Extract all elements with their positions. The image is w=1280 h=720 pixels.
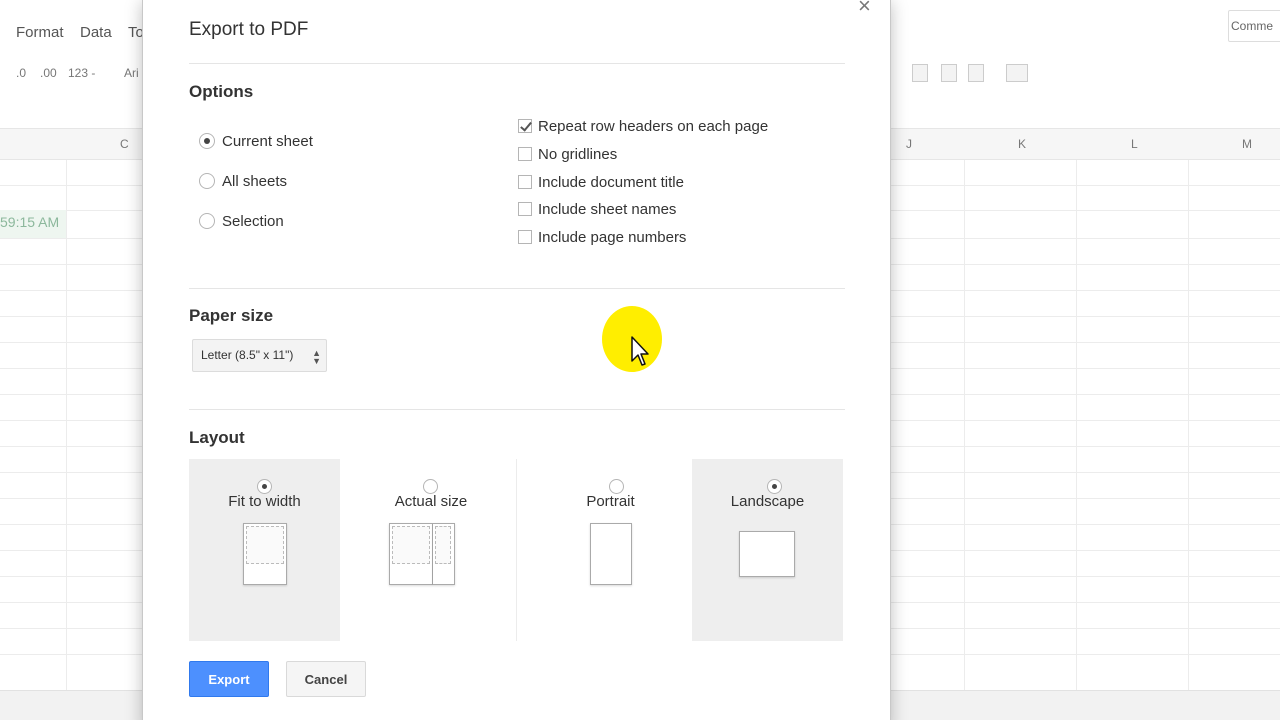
divider <box>189 288 845 289</box>
paper-size-section-title: Paper size <box>189 306 274 325</box>
mouse-pointer-icon <box>631 336 649 366</box>
paragraph-rtl-icon[interactable] <box>968 64 984 82</box>
column-header-l[interactable]: L <box>1131 137 1138 151</box>
checkbox-label: Include page numbers <box>538 228 687 246</box>
layout-label: Portrait <box>586 493 635 510</box>
fit-to-width-page-icon <box>243 523 287 585</box>
decrease-decimal-button[interactable]: .0 <box>16 66 26 80</box>
checkbox[interactable] <box>518 119 532 133</box>
grid-line <box>964 160 965 690</box>
cell-time-value[interactable]: 59:15 AM <box>0 214 59 230</box>
increase-decimal-button[interactable]: .00 <box>40 66 57 80</box>
checkbox-include-sheet-names[interactable]: Include sheet names <box>518 199 676 219</box>
radio-button[interactable] <box>423 479 438 494</box>
radio-label: Current sheet <box>222 132 313 150</box>
checkbox[interactable] <box>518 202 532 216</box>
layout-option-portrait[interactable]: Portrait <box>535 459 686 641</box>
checkbox-label: Repeat row headers on each page <box>538 117 769 135</box>
keyboard-icon[interactable] <box>1006 64 1028 82</box>
layout-option-landscape[interactable]: Landscape <box>692 459 843 641</box>
checkbox-no-gridlines[interactable]: No gridlines <box>518 144 617 164</box>
checkbox-label: Include document title <box>538 173 684 191</box>
cancel-button[interactable]: Cancel <box>286 661 366 697</box>
radio-button[interactable] <box>199 173 215 189</box>
export-button[interactable]: Export <box>189 661 269 697</box>
paper-size-select[interactable]: Letter (8.5" x 11") ▲ ▼ <box>192 339 327 372</box>
paper-size-value: Letter (8.5" x 11") <box>201 348 294 362</box>
grid-line <box>1076 160 1077 690</box>
checkbox[interactable] <box>518 147 532 161</box>
landscape-page-icon <box>739 531 795 577</box>
font-family-button[interactable]: Ari <box>124 66 139 80</box>
export-pdf-dialog: × Export to PDF Options Current sheet Al… <box>142 0 891 720</box>
checkbox-label: No gridlines <box>538 145 618 163</box>
checkbox[interactable] <box>518 230 532 244</box>
menu-data[interactable]: Data <box>80 24 112 41</box>
menu-format[interactable]: Format <box>16 24 64 41</box>
comments-button[interactable]: Comme <box>1228 10 1280 42</box>
radio-all-sheets[interactable]: All sheets <box>199 170 287 192</box>
paragraph-ltr-icon[interactable] <box>941 64 957 82</box>
column-header-k[interactable]: K <box>1018 137 1026 151</box>
divider <box>189 63 845 64</box>
actual-size-overflow-icon <box>433 523 455 585</box>
actual-size-page-icon <box>389 523 433 585</box>
layout-label: Fit to width <box>228 493 301 510</box>
number-format-button[interactable]: 123 - <box>68 66 95 80</box>
radio-label: All sheets <box>222 172 288 190</box>
checkbox-label: Include sheet names <box>538 200 677 218</box>
checkbox-repeat-row-headers[interactable]: Repeat row headers on each page <box>518 116 768 136</box>
checkbox-include-document-title[interactable]: Include document title <box>518 172 684 192</box>
radio-button[interactable] <box>199 213 215 229</box>
radio-button[interactable] <box>767 479 782 494</box>
grid-line <box>66 160 67 690</box>
checkbox-include-page-numbers[interactable]: Include page numbers <box>518 227 686 247</box>
layout-option-fit-to-width[interactable]: Fit to width <box>189 459 340 641</box>
select-arrows-icon: ▲ ▼ <box>312 348 321 366</box>
layout-label: Actual size <box>394 493 468 510</box>
layout-divider <box>516 459 517 641</box>
dialog-title: Export to PDF <box>189 19 309 40</box>
layout-label: Landscape <box>730 493 805 510</box>
layout-section-title: Layout <box>189 428 245 447</box>
radio-button[interactable] <box>609 479 624 494</box>
column-header-j[interactable]: J <box>906 137 912 151</box>
layout-option-actual-size[interactable]: Actual size <box>347 459 498 641</box>
close-icon[interactable]: × <box>858 0 871 19</box>
column-header-c[interactable]: C <box>120 137 129 151</box>
radio-label: Selection <box>222 212 284 230</box>
checkbox[interactable] <box>518 175 532 189</box>
radio-selection[interactable]: Selection <box>199 210 284 232</box>
print-area-icon[interactable] <box>912 64 928 82</box>
divider <box>189 409 845 410</box>
radio-button[interactable] <box>257 479 272 494</box>
portrait-page-icon <box>590 523 632 585</box>
radio-button[interactable] <box>199 133 215 149</box>
radio-current-sheet[interactable]: Current sheet <box>199 130 313 152</box>
grid-line <box>1188 160 1189 690</box>
column-header-m[interactable]: M <box>1242 137 1252 151</box>
options-section-title: Options <box>189 82 254 101</box>
